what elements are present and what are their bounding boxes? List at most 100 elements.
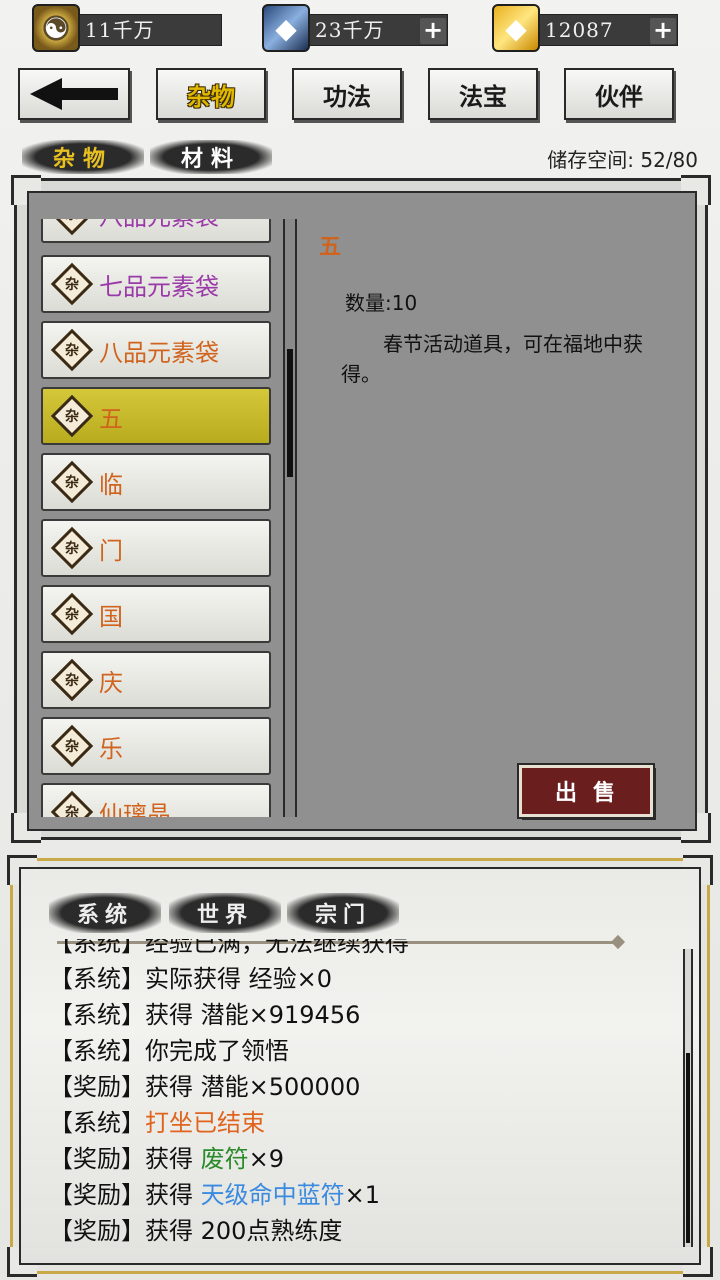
chat-channel-tag: 【系统】 [49,939,145,957]
chat-inner: 系统 世界 宗门 【系统】经验已满，无法继续获得 【系统】实际获得 经验×0 【系统… [19,867,701,1265]
item-row[interactable]: 杂门 [41,519,271,577]
badge-label: 杂 [65,219,79,224]
item-name: 门 [99,536,123,565]
subtab-materials[interactable]: 材料 [150,140,272,174]
add-crystal-button[interactable]: + [420,18,446,44]
tab-treasures[interactable]: 法宝 [428,68,538,120]
chat-channel-tag: 【系统】 [49,1037,145,1065]
badge-label: 杂 [65,409,79,425]
back-button[interactable] [18,68,130,120]
misc-badge-icon: 杂 [50,592,94,636]
chat-tab-world[interactable]: 世界 [169,893,281,933]
scrollbar-thumb[interactable] [686,1053,690,1243]
misc-badge-icon: 杂 [50,394,94,438]
chat-message: 【奖励】获得 潜能×500000 [49,1067,360,1102]
add-gold-button[interactable]: + [650,18,676,44]
chat-channel-tag: 【奖励】 [49,1181,145,1209]
item-row[interactable]: 杂国 [41,585,271,643]
chat-log[interactable]: 【系统】经验已满，无法继续获得 【系统】实际获得 经验×0 【系统】获得 潜能×91… [49,939,669,1255]
chat-text: 废符 [200,1145,249,1173]
chat-text: 经验已满，无法继续获得 [145,939,409,957]
badge-label: 杂 [65,739,79,755]
chat-text: ×1 [344,1181,381,1209]
chat-scrollbar[interactable] [683,949,693,1247]
item-name: 七品元素袋 [99,272,219,301]
blue-crystal-icon: ◆ [262,4,310,52]
tab-misc[interactable]: 杂物 [156,68,266,120]
chat-text: 你完成了领悟 [145,1037,289,1065]
item-list-scrollbar[interactable] [283,219,297,817]
item-name: 临 [99,470,123,499]
badge-label: 杂 [65,541,79,557]
chat-panel: 系统 世界 宗门 【系统】经验已满，无法继续获得 【系统】实际获得 经验×0 【系统… [7,855,713,1277]
chat-message: 【奖励】获得 废符×9 [49,1139,284,1174]
badge-label: 杂 [65,673,79,689]
item-row[interactable]: 杂五 [41,387,271,445]
badge-label: 杂 [65,343,79,359]
misc-badge-icon: 杂 [50,790,94,817]
chat-text: 获得 潜能×919456 [145,1001,361,1029]
arrow-left-icon [30,78,118,110]
chat-message: 【奖励】获得 天级命中蓝符×1 [49,1175,380,1210]
chat-tab-sect[interactable]: 宗门 [287,893,399,933]
chat-text: 获得 [145,1145,201,1173]
tab-partners[interactable]: 伙伴 [564,68,674,120]
item-list[interactable]: 杂八品元素袋杂七品元素袋杂八品元素袋杂五杂临杂门杂国杂庆杂乐杂仙璃晶 [41,219,275,817]
taiji-coin-icon: ☯ [32,4,80,52]
chat-text: 获得 [145,1181,201,1209]
chat-text: 获得 200点熟练度 [145,1217,343,1245]
badge-label: 杂 [65,277,79,293]
item-row[interactable]: 杂 仙璃晶 [41,783,271,817]
chat-message: 【系统】获得 潜能×919456 [49,995,360,1030]
chat-channel-tag: 【系统】 [49,965,145,993]
chat-channel-tag: 【奖励】 [49,1217,145,1245]
item-name: 八品元素袋 [99,338,219,367]
chat-text: 打坐已结束 [145,1109,265,1137]
misc-badge-icon: 杂 [50,262,94,306]
gold-ingot-icon: ◆ [492,4,540,52]
chat-text: 获得 潜能×500000 [145,1073,361,1101]
badge-label: 杂 [65,607,79,623]
item-row[interactable]: 杂 八品元素袋 [41,321,271,379]
chat-text: 天级命中蓝符 [200,1181,345,1209]
storage-capacity: 储存空间: 52/80 [547,148,698,172]
item-detail-quantity: 数量:10 [345,291,418,315]
chat-message: 【奖励】获得 200点熟练度 [49,1211,342,1246]
subtab-misc[interactable]: 杂物 [22,140,144,174]
sell-button[interactable]: 出售 [517,763,655,819]
chat-message: 【系统】打坐已结束 [49,1103,265,1138]
badge-label: 杂 [65,475,79,491]
item-name: 仙璃晶 [99,800,171,818]
chat-tab-system[interactable]: 系统 [49,893,161,933]
chat-text: 实际获得 经验×0 [145,965,333,993]
chat-message: 【系统】你完成了领悟 [49,1031,289,1066]
item-detail-description: 春节活动道具，可在福地中获得。 [341,332,643,386]
item-name: 庆 [99,668,123,697]
misc-badge-icon: 杂 [50,658,94,702]
item-detail-title: 五 [319,234,342,260]
item-row[interactable]: 杂 八品元素袋 [41,219,271,243]
badge-label: 杂 [65,805,79,817]
chat-message: 【系统】实际获得 经验×0 [49,959,332,994]
item-row[interactable]: 杂乐 [41,717,271,775]
item-name: 乐 [99,734,123,763]
tab-skills[interactable]: 功法 [292,68,402,120]
chat-channel-tag: 【奖励】 [49,1073,145,1101]
inventory-inner: 杂八品元素袋杂七品元素袋杂八品元素袋杂五杂临杂门杂国杂庆杂乐杂仙璃晶 五 数量:… [27,191,697,831]
misc-badge-icon: 杂 [50,526,94,570]
chat-channel-tag: 【系统】 [49,1109,145,1137]
chat-channel-tag: 【奖励】 [49,1145,145,1173]
chat-channel-tag: 【系统】 [49,1001,145,1029]
item-row[interactable]: 杂庆 [41,651,271,709]
misc-badge-icon: 杂 [50,460,94,504]
misc-badge-icon: 杂 [50,724,94,768]
chat-text: ×9 [248,1145,285,1173]
misc-badge-icon: 杂 [50,219,94,236]
item-name: 国 [99,602,123,631]
item-row[interactable]: 杂临 [41,453,271,511]
inventory-panel: 杂八品元素袋杂七品元素袋杂八品元素袋杂五杂临杂门杂国杂庆杂乐杂仙璃晶 五 数量:… [11,175,711,843]
misc-badge-icon: 杂 [50,328,94,372]
scrollbar-thumb[interactable] [287,349,293,477]
coin-amount: 11千万 [72,14,222,46]
item-row[interactable]: 杂 七品元素袋 [41,255,271,313]
